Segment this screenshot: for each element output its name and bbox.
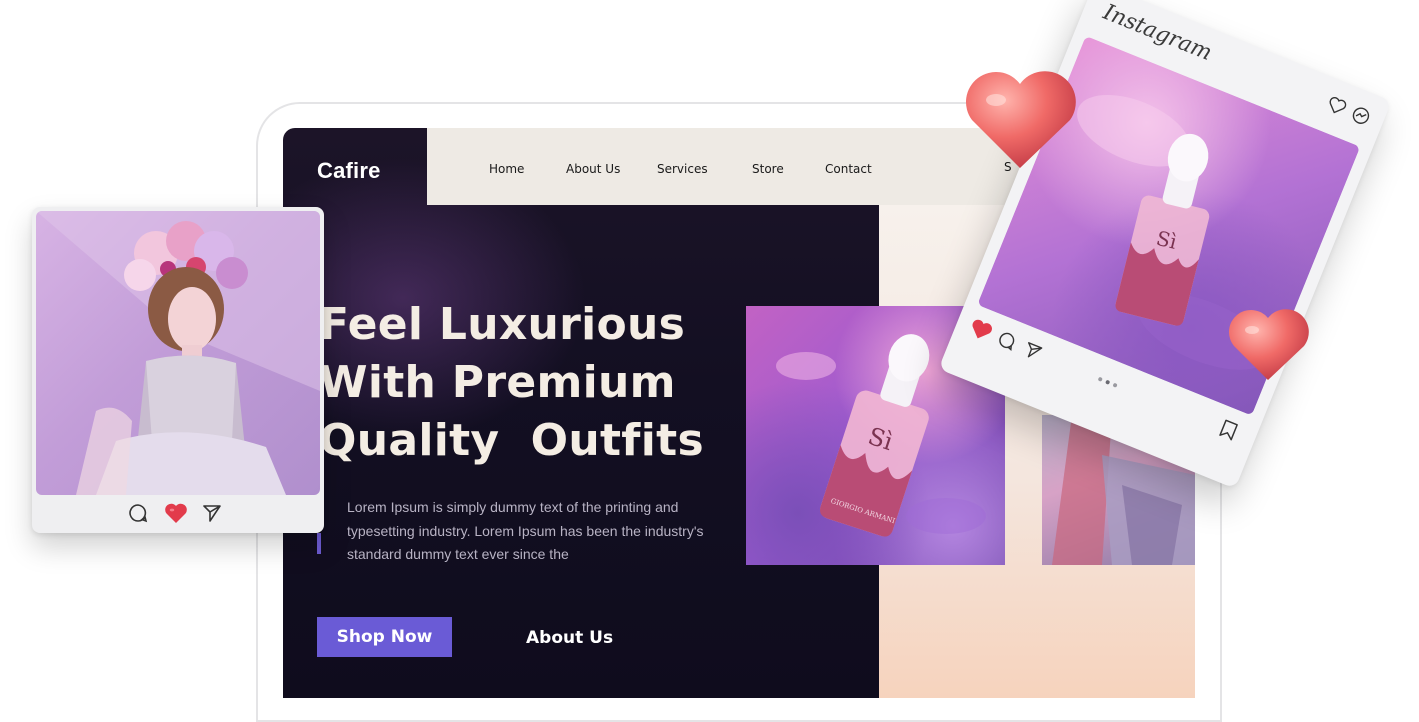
nav-store[interactable]: Store	[752, 162, 784, 176]
paragraph-line-3: standard dummy text ever since the	[347, 546, 569, 562]
hero-paragraph: Lorem Ipsum is simply dummy text of the …	[347, 496, 717, 567]
headline-line-1: Feel Luxurious	[319, 299, 686, 350]
headline-line-2: With Premium	[319, 357, 676, 408]
fashion-model-photo	[36, 211, 320, 495]
floating-heart-large-icon	[966, 71, 1076, 168]
floating-heart-small-icon	[1228, 309, 1309, 380]
comment-icon[interactable]	[128, 503, 148, 523]
post-actions-left	[32, 499, 324, 529]
social-post-card-left[interactable]	[32, 207, 324, 533]
post-send-icon[interactable]	[1021, 339, 1044, 362]
like-outline-icon[interactable]	[1325, 94, 1348, 117]
site-logo[interactable]: Cafire	[317, 158, 381, 184]
bookmark-icon[interactable]	[1217, 418, 1239, 443]
hero-headline: Feel Luxurious With Premium Quality Outf…	[319, 296, 704, 470]
about-us-link[interactable]: About Us	[526, 628, 613, 648]
post-heart-icon[interactable]	[967, 317, 995, 344]
shop-now-button[interactable]: Shop Now	[317, 617, 452, 657]
post-comment-icon[interactable]	[995, 329, 1018, 352]
nav-contact[interactable]: Contact	[825, 162, 872, 176]
carousel-dots-icon	[1098, 377, 1118, 388]
nav-services[interactable]: Services	[657, 162, 708, 176]
nav-about-us[interactable]: About Us	[566, 162, 620, 176]
paragraph-line-1: Lorem Ipsum is simply dummy text of the …	[347, 499, 679, 515]
send-icon[interactable]	[202, 503, 222, 523]
nav-home[interactable]: Home	[489, 162, 524, 176]
messenger-icon[interactable]	[1349, 104, 1372, 127]
paragraph-line-2: typesetting industry. Lorem Ipsum has be…	[347, 522, 704, 539]
heart-icon[interactable]	[164, 502, 188, 524]
model-illustration	[36, 211, 320, 495]
headline-line-3: Quality Outfits	[319, 415, 704, 466]
